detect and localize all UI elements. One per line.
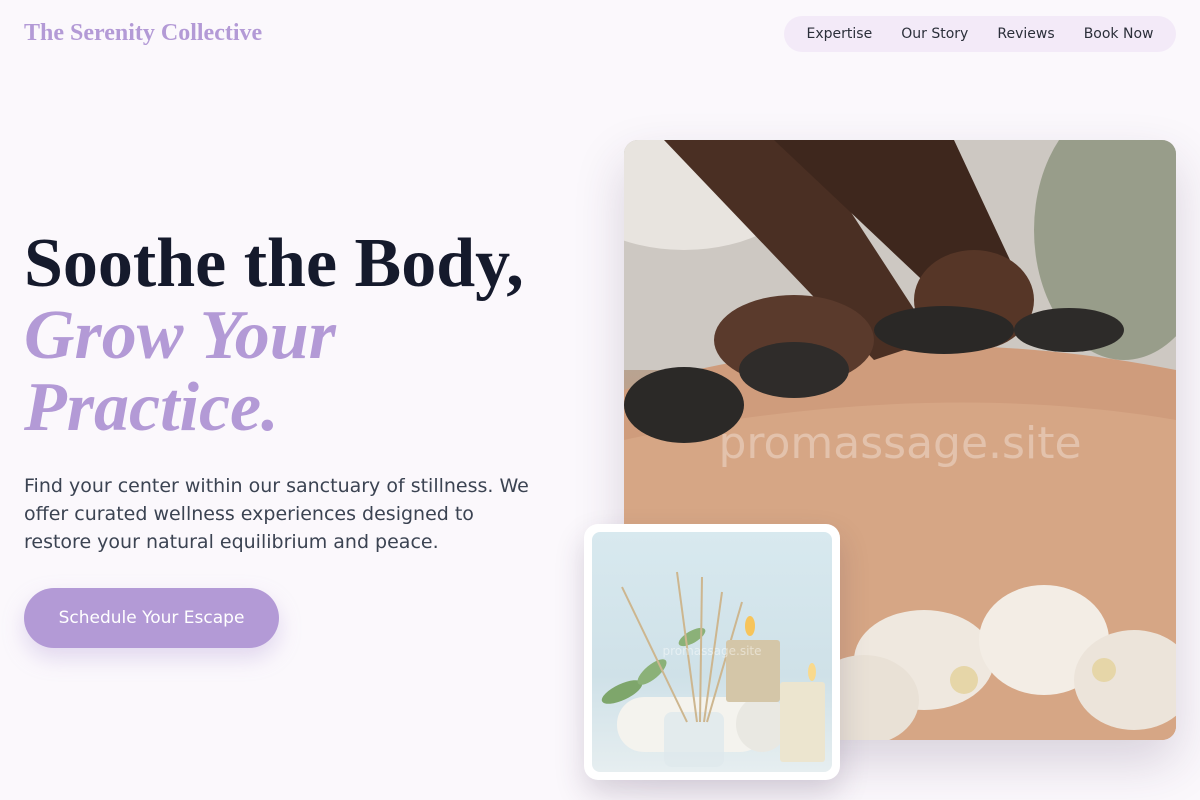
headline-accent: Grow Your Practice. — [24, 297, 336, 446]
small-photo-watermark: promassage.site — [662, 644, 762, 658]
hero-intro: Find your center within our sanctuary of… — [24, 475, 529, 553]
nav-link-expertise[interactable]: Expertise — [799, 22, 881, 46]
nav-link-our-story[interactable]: Our Story — [893, 22, 976, 46]
aromatherapy-photo: promassage.site — [584, 524, 840, 780]
nav-link-book-now[interactable]: Book Now — [1076, 22, 1162, 46]
hero-headline: Soothe the Body, Grow Your Practice. — [24, 228, 584, 444]
nav-link-reviews[interactable]: Reviews — [989, 22, 1062, 46]
main-nav: Expertise Our Story Reviews Book Now — [784, 16, 1176, 52]
aromatherapy-photo-inner: promassage.site — [592, 532, 832, 772]
schedule-escape-button[interactable]: Schedule Your Escape — [24, 588, 279, 648]
site-logo[interactable]: The Serenity Collective — [24, 20, 262, 47]
main-photo-watermark: promassage.site — [718, 418, 1082, 469]
headline-line1: Soothe the Body, — [24, 225, 524, 302]
